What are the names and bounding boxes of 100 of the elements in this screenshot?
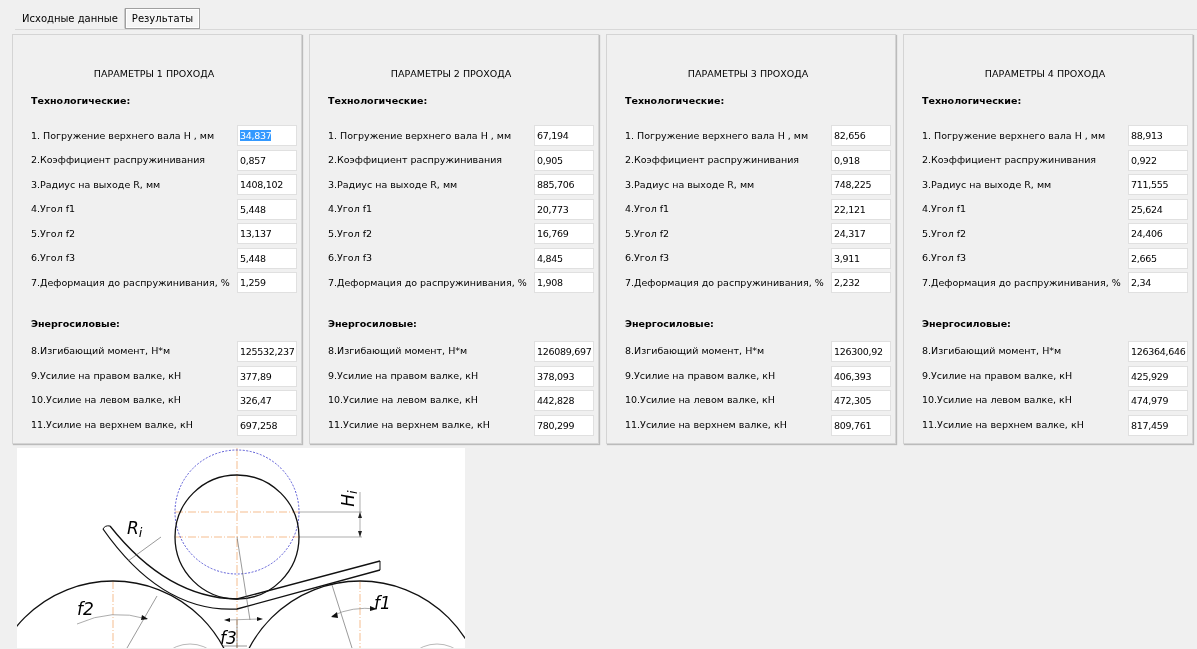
field-label: 2.Коэффициент распружинивания (328, 153, 503, 168)
value-field[interactable]: 425,929 (1128, 365, 1188, 387)
value-field[interactable]: 2,665 (1128, 247, 1188, 269)
field-label: 4.Угол f1 (625, 202, 670, 217)
value-field[interactable]: 24,406 (1128, 223, 1188, 245)
value-field[interactable]: 817,459 (1128, 414, 1188, 436)
field-label: 4.Угол f1 (31, 202, 76, 217)
field-label: 5.Угол f2 (328, 226, 373, 241)
value-field[interactable]: 22,121 (831, 198, 891, 220)
field-label: 11.Усилие на верхнем валке, кН (625, 417, 787, 432)
section-heading: Энергосиловые: (922, 317, 1012, 331)
field-label: 1. Погружение верхнего вала Н , мм (922, 128, 1106, 143)
field-label: 5.Угол f2 (31, 226, 76, 241)
tab[interactable]: Результаты (124, 8, 201, 29)
value-field[interactable]: 697,258 (237, 414, 297, 436)
field-label: 8.Изгибающий момент, Н*м (922, 344, 1062, 359)
field-label: 10.Усилие на левом валке, кН (31, 393, 181, 408)
value-field[interactable]: 3,911 (831, 247, 891, 269)
panel-title: ПАРАМЕТРЫ 4 ПРОХОДА (983, 67, 1107, 81)
value-field[interactable]: 378,093 (534, 365, 594, 387)
field-label: 1. Погружение верхнего вала Н , мм (31, 128, 215, 143)
section-heading: Энергосиловые: (625, 317, 715, 331)
value-field[interactable]: 0,922 (1128, 149, 1188, 171)
field-label: 6.Угол f3 (625, 251, 670, 266)
field-label: 10.Усилие на левом валке, кН (922, 393, 1072, 408)
value-field[interactable]: 88,913 (1128, 125, 1188, 147)
field-label: 8.Изгибающий момент, Н*м (31, 344, 171, 359)
field-label: 11.Усилие на верхнем валке, кН (922, 417, 1084, 432)
field-label: 3.Радиус на выходе R, мм (625, 177, 755, 192)
field-label: 6.Угол f3 (922, 251, 967, 266)
field-label: 9.Усилие на правом валке, кН (625, 368, 776, 383)
value-field[interactable]: 780,299 (534, 414, 594, 436)
value-field[interactable]: 885,706 (534, 174, 594, 196)
value-field[interactable]: 25,624 (1128, 198, 1188, 220)
field-label: 9.Усилие на правом валке, кН (31, 368, 182, 383)
field-label: 4.Угол f1 (922, 202, 967, 217)
section-heading: Технологические: (328, 94, 429, 109)
value-field[interactable]: 126364,646 (1128, 341, 1188, 362)
section-heading: Технологические: (625, 94, 726, 109)
value-field[interactable]: 472,305 (831, 390, 891, 411)
field-label: 7.Деформация до распружинивания, % (31, 275, 230, 290)
value-field[interactable]: 748,225 (831, 174, 891, 196)
field-label: 8.Изгибающий момент, Н*м (328, 344, 468, 359)
value-field[interactable]: 126300,92 (831, 341, 891, 362)
value-field[interactable]: 474,979 (1128, 390, 1188, 411)
value-field[interactable]: 1,259 (237, 272, 297, 294)
value-field[interactable]: 0,857 (237, 149, 297, 171)
field-label: 3.Радиус на выходе R, мм (31, 177, 161, 192)
field-label: 5.Угол f2 (922, 226, 967, 241)
value-field[interactable]: 16,769 (534, 223, 594, 245)
panel-title: ПАРАМЕТРЫ 1 ПРОХОДА (92, 67, 216, 81)
diagram-label: f2 (77, 601, 94, 618)
value-field[interactable]: 0,918 (831, 149, 891, 171)
field-label: 10.Усилие на левом валке, кН (328, 393, 478, 408)
value-field[interactable]: 82,656 (831, 125, 891, 147)
field-label: 2.Коэффициент распружинивания (31, 153, 206, 168)
value-field[interactable]: 24,317 (831, 223, 891, 245)
field-label: 2.Коэффициент распружинивания (625, 153, 800, 168)
field-label: 9.Усилие на правом валке, кН (922, 368, 1073, 383)
field-label: 7.Деформация до распружинивания, % (922, 275, 1121, 290)
diagram-label: R$_{i}$ (127, 520, 143, 537)
field-label: 1. Погружение верхнего вала Н , мм (328, 128, 512, 143)
diagram-label: f3 (220, 630, 237, 647)
field-label: 7.Деформация до распружинивания, % (625, 275, 824, 290)
value-field[interactable]: 2,34 (1128, 272, 1188, 294)
field-label: 3.Радиус на выходе R, мм (328, 177, 458, 192)
value-field[interactable]: 126089,697 (534, 341, 594, 362)
value-field[interactable]: 2,232 (831, 272, 891, 294)
value-field[interactable]: 20,773 (534, 198, 594, 220)
value-field[interactable]: 4,845 (534, 247, 594, 269)
field-label: 9.Усилие на правом валке, кН (328, 368, 479, 383)
panel-title: ПАРАМЕТРЫ 3 ПРОХОДА (686, 67, 810, 81)
field-label: 3.Радиус на выходе R, мм (922, 177, 1052, 192)
field-label: 6.Угол f3 (31, 251, 76, 266)
value-field[interactable]: 67,194 (534, 125, 594, 147)
value-field[interactable]: 5,448 (237, 198, 297, 220)
field-label: 10.Усилие на левом валке, кН (625, 393, 775, 408)
diagram-label: f1 (374, 595, 391, 612)
value-field[interactable]: 442,828 (534, 390, 594, 411)
value-field[interactable]: 377,89 (237, 365, 297, 387)
value-field[interactable]: 1408,102 (237, 174, 297, 196)
value-field[interactable]: 125532,237 (237, 341, 297, 362)
panel-title: ПАРАМЕТРЫ 2 ПРОХОДА (389, 67, 513, 81)
field-label: 11.Усилие на верхнем валке, кН (328, 417, 490, 432)
field-label: 2.Коэффициент распружинивания (922, 153, 1097, 168)
value-field[interactable]: 13,137 (237, 223, 297, 245)
value-field[interactable]: 1,908 (534, 272, 594, 294)
field-label: 4.Угол f1 (328, 202, 373, 217)
tab[interactable]: Исходные данные (15, 8, 125, 29)
value-field[interactable]: 809,761 (831, 414, 891, 436)
section-heading: Энергосиловые: (328, 317, 418, 331)
value-field[interactable]: 406,393 (831, 365, 891, 387)
field-label: 6.Угол f3 (328, 251, 373, 266)
section-heading: Энергосиловые: (31, 317, 121, 331)
section-heading: Технологические: (922, 94, 1023, 109)
value-field[interactable]: 711,555 (1128, 174, 1188, 196)
value-field[interactable]: 5,448 (237, 247, 297, 269)
value-field[interactable]: 0,905 (534, 149, 594, 171)
value-field[interactable]: 326,47 (237, 390, 297, 411)
section-heading: Технологические: (31, 94, 132, 109)
